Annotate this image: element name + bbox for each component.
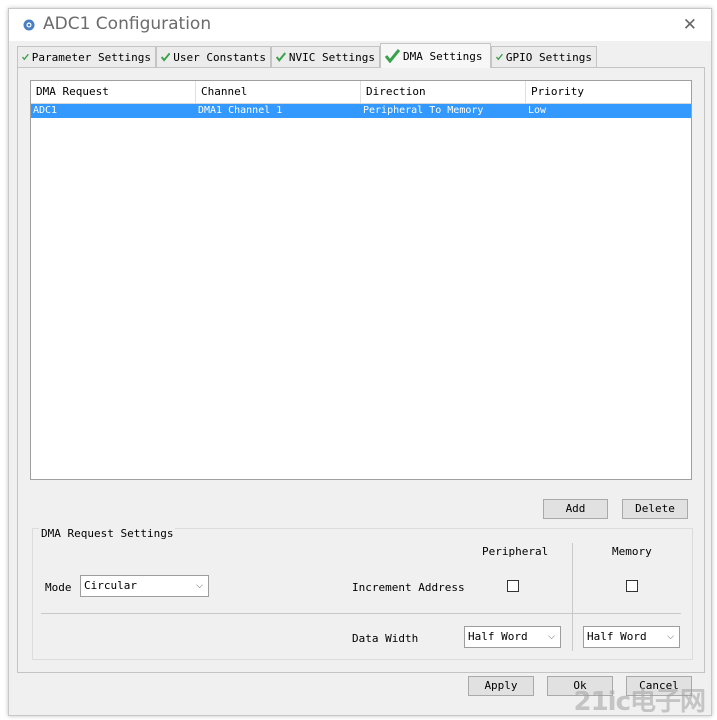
table-header: DMA Request Channel Direction Priority bbox=[31, 81, 691, 104]
memory-increment-checkbox[interactable] bbox=[626, 580, 638, 592]
cell-direction: Peripheral To Memory bbox=[363, 105, 484, 116]
watermark-logo: 21ic电子网 bbox=[573, 687, 706, 717]
dialog-window: ADC1 Configuration ✕ Parameter Settings … bbox=[8, 8, 712, 716]
tab-label: User Constants bbox=[173, 50, 266, 64]
dma-request-table: DMA Request Channel Direction Priority A… bbox=[30, 80, 692, 480]
tab-parameter-settings[interactable]: Parameter Settings bbox=[17, 46, 156, 67]
checkmark-icon bbox=[161, 52, 171, 62]
tab-label: NVIC Settings bbox=[288, 50, 375, 64]
tab-gpio-settings[interactable]: GPIO Settings bbox=[491, 46, 597, 67]
tab-bar: Parameter Settings User Constants NVIC S… bbox=[17, 43, 707, 68]
column-header-direction[interactable]: Direction bbox=[361, 81, 526, 103]
checkmark-icon bbox=[22, 53, 29, 61]
mode-select[interactable]: Circular ⌵ bbox=[80, 575, 209, 597]
add-button[interactable]: Add bbox=[543, 499, 608, 519]
column-header-priority[interactable]: Priority bbox=[526, 81, 691, 103]
cell-dma-request: ADC1 bbox=[33, 105, 58, 116]
apply-button[interactable]: Apply bbox=[468, 676, 534, 696]
peripheral-header: Peripheral bbox=[482, 545, 549, 558]
window-title: ADC1 Configuration bbox=[43, 14, 212, 34]
tab-dma-settings[interactable]: DMA Settings bbox=[380, 43, 491, 68]
peripheral-increment-checkbox[interactable] bbox=[507, 580, 519, 592]
checkmark-icon bbox=[496, 53, 503, 61]
tab-label: Parameter Settings bbox=[31, 50, 151, 64]
data-width-label: Data Width bbox=[352, 632, 419, 645]
close-icon[interactable]: ✕ bbox=[683, 15, 697, 35]
mode-label: Mode bbox=[45, 581, 72, 594]
chevron-down-icon: ⌵ bbox=[548, 632, 555, 642]
column-header-channel[interactable]: Channel bbox=[196, 81, 361, 103]
memory-data-width-select[interactable]: Half Word ⌵ bbox=[583, 626, 680, 648]
table-row[interactable]: ADC1 DMA1 Channel 1 Peripheral To Memory… bbox=[31, 104, 691, 118]
chevron-down-icon: ⌵ bbox=[667, 632, 674, 642]
chevron-down-icon: ⌵ bbox=[196, 581, 203, 591]
column-divider bbox=[572, 543, 573, 651]
peripheral-data-width-select[interactable]: Half Word ⌵ bbox=[464, 626, 561, 648]
title-bar[interactable]: ADC1 Configuration ✕ bbox=[9, 9, 711, 41]
tab-label: GPIO Settings bbox=[505, 50, 592, 64]
mode-value: Circular bbox=[84, 579, 137, 592]
group-title: DMA Request Settings bbox=[39, 527, 176, 540]
row-divider bbox=[41, 613, 681, 614]
peripheral-data-width-value: Half Word bbox=[468, 630, 528, 643]
checkmark-icon bbox=[385, 49, 400, 63]
increment-address-label: Increment Address bbox=[352, 581, 465, 594]
tab-user-constants[interactable]: User Constants bbox=[156, 46, 271, 67]
delete-button[interactable]: Delete bbox=[622, 499, 688, 519]
app-icon bbox=[23, 19, 35, 31]
cell-priority: Low bbox=[528, 105, 547, 116]
checkmark-icon bbox=[276, 52, 286, 62]
column-header-dma-request[interactable]: DMA Request bbox=[31, 81, 196, 103]
memory-header: Memory bbox=[612, 545, 652, 558]
dma-settings-panel: DMA Request Channel Direction Priority A… bbox=[17, 67, 705, 673]
tab-label: DMA Settings bbox=[403, 49, 483, 63]
tab-nvic-settings[interactable]: NVIC Settings bbox=[271, 46, 380, 67]
memory-data-width-value: Half Word bbox=[587, 630, 647, 643]
dma-request-settings-group: DMA Request Settings Peripheral Memory M… bbox=[32, 527, 693, 660]
cell-channel: DMA1 Channel 1 bbox=[198, 105, 283, 116]
